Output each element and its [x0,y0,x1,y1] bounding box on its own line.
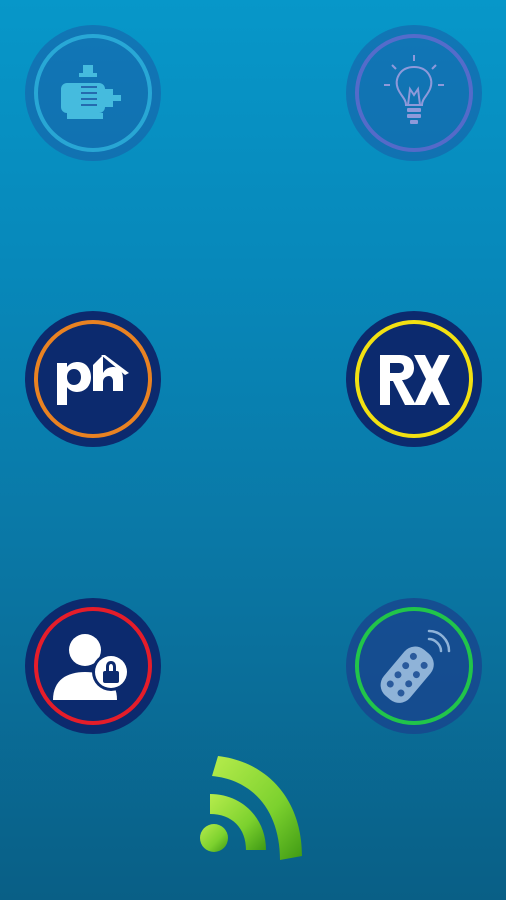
user-lock-button[interactable] [25,598,161,734]
user-lock-icon [53,634,130,700]
ph-button[interactable] [25,311,161,447]
light-bulb-button[interactable] [346,25,482,161]
motor-pump-icon [61,65,121,119]
rx-icon [380,355,450,405]
wifi-signal-icon[interactable] [196,752,308,864]
light-bulb-icon [384,55,444,124]
ph-icon [57,355,129,405]
motor-pump-button[interactable] [25,25,161,161]
remote-control-icon [380,629,451,703]
rx-button[interactable] [346,311,482,447]
remote-control-button[interactable] [346,598,482,734]
